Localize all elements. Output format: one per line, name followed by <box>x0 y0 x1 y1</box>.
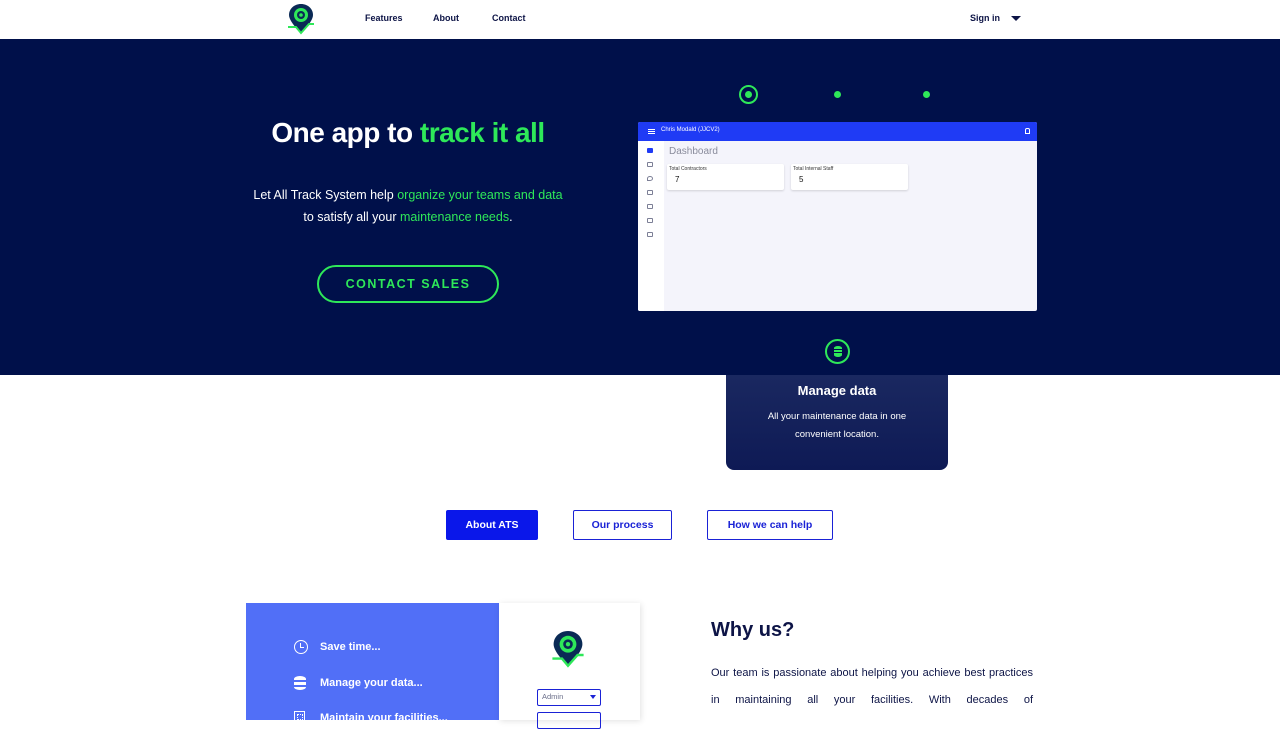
ats-logo[interactable] <box>286 3 316 35</box>
stat-card: Total Contractors 7 <box>667 164 784 190</box>
hero-title-accent: track it all <box>419 117 545 148</box>
hero-title-plain: One app to <box>271 117 420 148</box>
card-icon <box>647 190 653 195</box>
user-icon <box>1025 128 1030 134</box>
grid-icon <box>647 232 653 237</box>
hero-sub-part: Let All Track System help <box>253 188 398 202</box>
tab-how-we-can-help[interactable]: How we can help <box>707 510 833 540</box>
tab-our-process[interactable]: Our process <box>573 510 672 540</box>
stat-card: Total Internal Staff 5 <box>791 164 908 190</box>
step-indicator[interactable] <box>923 91 930 98</box>
menu-icon <box>648 129 655 134</box>
box-icon <box>647 218 653 223</box>
ats-logo <box>552 631 584 668</box>
stat-card-value: 5 <box>799 175 804 184</box>
app-preview-title: Chris Modald (JJCV2) <box>661 127 720 133</box>
hero-section: One app to track it all Let All Track Sy… <box>0 39 1280 375</box>
benefit-label: Manage your data... <box>320 677 423 689</box>
feature-card-text: All your maintenance data in one conveni… <box>767 411 907 440</box>
tab-about-ats[interactable]: About ATS <box>446 510 538 540</box>
database-icon <box>294 676 306 690</box>
why-us-heading: Why us? <box>711 619 795 641</box>
chevron-down-icon <box>590 695 596 699</box>
clock-icon <box>294 640 308 654</box>
top-navbar: Features About Contact Sign in <box>0 0 1280 39</box>
benefits-panel: Save time... Manage your data... Maintai… <box>246 603 499 725</box>
app-screenshot-preview: Chris Modald (JJCV2) Dashboard Total Con… <box>638 122 1037 311</box>
login-field[interactable] <box>537 712 601 729</box>
hero-title: One app to track it all <box>240 117 576 149</box>
location-icon <box>647 176 653 181</box>
table-icon <box>647 204 653 209</box>
stat-card-value: 7 <box>675 175 680 184</box>
step-indicator[interactable] <box>834 91 841 98</box>
nav-about-link[interactable]: About <box>433 13 459 23</box>
feature-card-title: Manage data <box>797 383 877 398</box>
stat-card-label: Total Internal Staff <box>793 166 834 172</box>
hero-sub-highlight: organize your teams and data <box>397 188 563 202</box>
app-preview-sidebar <box>638 141 664 311</box>
home-icon <box>647 148 653 153</box>
app-preview-header: Chris Modald (JJCV2) <box>638 122 1037 141</box>
role-select-value: Admin <box>542 692 564 701</box>
benefit-label: Maintain your facilities... <box>320 712 448 724</box>
hero-sub-highlight: maintenance needs <box>399 210 510 224</box>
benefit-label: Save time... <box>320 641 381 653</box>
hero-sub-part: to satisfy all your <box>303 210 400 224</box>
feature-card: Manage data All your maintenance data in… <box>726 375 948 470</box>
hero-subtitle: Let All Track System help organize your … <box>250 184 566 228</box>
database-icon <box>825 339 850 364</box>
login-preview-card: Admin <box>499 603 640 729</box>
briefcase-icon <box>647 162 653 167</box>
chevron-down-icon[interactable] <box>1011 16 1021 21</box>
hero-sub-part: . <box>509 210 513 224</box>
app-preview-heading: Dashboard <box>669 146 718 157</box>
stat-card-label: Total Contractors <box>669 166 707 172</box>
step-indicator-active[interactable] <box>739 85 758 104</box>
nav-contact-link[interactable]: Contact <box>492 13 526 23</box>
contact-sales-button[interactable]: CONTACT SALES <box>317 265 499 303</box>
nav-features-link[interactable]: Features <box>365 13 403 23</box>
role-select[interactable]: Admin <box>537 689 601 706</box>
why-us-text: Our team is passionate about helping you… <box>711 667 1033 706</box>
signin-link[interactable]: Sign in <box>970 13 1000 23</box>
building-icon <box>294 711 305 725</box>
